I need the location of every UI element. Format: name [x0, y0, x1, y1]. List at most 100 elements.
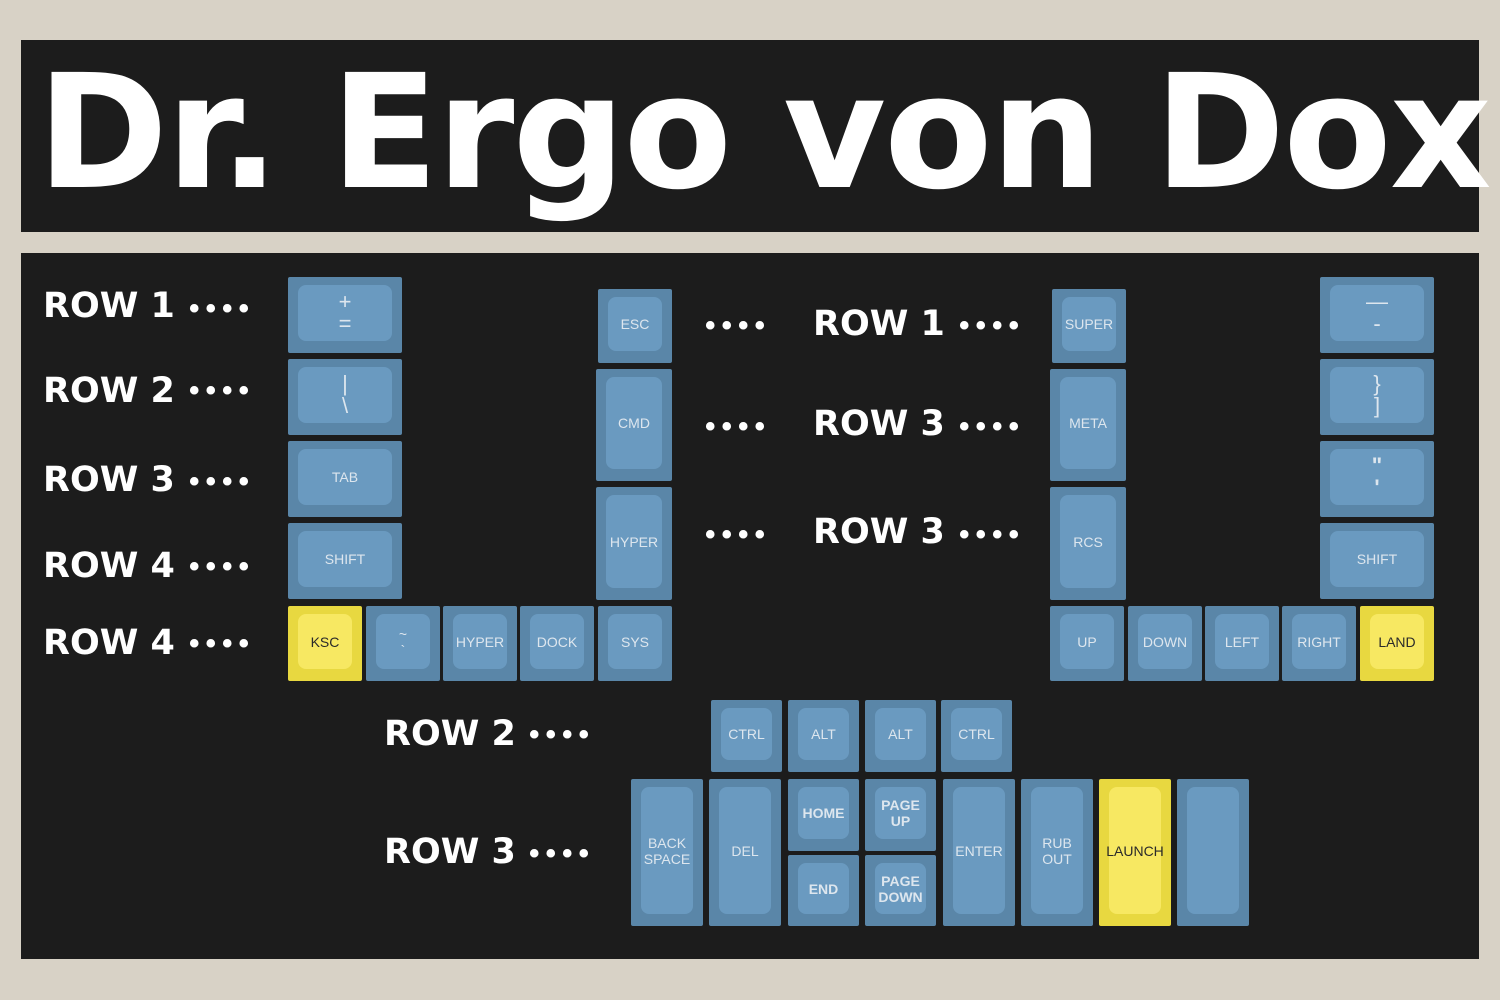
- row-label: ROW 3: [43, 460, 175, 500]
- key-legend: ': [1374, 475, 1380, 500]
- key-ksc[interactable]: KSC: [288, 606, 362, 681]
- key-legend: RCS: [1073, 533, 1103, 550]
- leader-dots: ••••: [705, 410, 772, 443]
- key-legend: HYPER: [609, 533, 659, 550]
- key-alt-right[interactable]: ALT: [865, 700, 936, 772]
- key-legend: -: [1373, 311, 1381, 336]
- row-label: ROW 4: [43, 623, 175, 663]
- leader-dots: ••••: [705, 518, 772, 551]
- key-shift-right[interactable]: SHIFT: [1320, 523, 1434, 599]
- key-legend: RUB: [1042, 834, 1072, 851]
- key-legend-shift: ": [1371, 453, 1383, 478]
- key-left[interactable]: LEFT: [1205, 606, 1279, 681]
- key-right[interactable]: RIGHT: [1282, 606, 1356, 681]
- key-down[interactable]: DOWN: [1128, 606, 1202, 681]
- key-legend: PAGE: [881, 872, 920, 889]
- key-legend: CTRL: [728, 726, 765, 742]
- key-legend: UP: [1077, 633, 1097, 650]
- leader-dots: ••••: [529, 837, 596, 870]
- key-legend-shift: +: [338, 289, 352, 314]
- key-legend: SYS: [620, 633, 649, 650]
- key-legend: HYPER: [455, 633, 505, 650]
- key-esc[interactable]: ESC: [598, 289, 672, 363]
- key-brace-bracket[interactable]: }]: [1320, 359, 1434, 435]
- key-meta[interactable]: META: [1050, 369, 1126, 481]
- key-hyper-inner[interactable]: HYPER: [596, 487, 672, 600]
- key-legend: ESC: [620, 316, 650, 332]
- key-backspace[interactable]: BACK SPACE: [631, 779, 703, 926]
- key-legend: =: [338, 311, 352, 336]
- key-page-up[interactable]: PAGE UP: [865, 779, 936, 851]
- key-hyper-bottom[interactable]: HYPER: [443, 606, 517, 681]
- key-super[interactable]: SUPER: [1052, 289, 1126, 363]
- leader-dots: ••••: [189, 627, 256, 660]
- key-underscore-minus[interactable]: — -: [1320, 277, 1434, 353]
- key-legend: ]: [1373, 393, 1381, 418]
- key-legend: SUPER: [1064, 316, 1114, 332]
- key-ctrl-left[interactable]: CTRL: [711, 700, 782, 772]
- row-label: ROW 1: [43, 286, 175, 326]
- key-launch[interactable]: LAUNCH: [1099, 779, 1171, 926]
- key-legend-shift: |: [342, 371, 348, 396]
- key-legend: KSC: [310, 633, 340, 650]
- key-legend: DOWN: [1142, 633, 1188, 650]
- key-page-down[interactable]: PAGE DOWN: [865, 855, 936, 926]
- key-ctrl-right[interactable]: CTRL: [941, 700, 1012, 772]
- keyboard-panel: ROW 1 •••• ROW 2 •••• ROW 3 •••• ROW 4 •…: [21, 253, 1479, 959]
- key-legend: UP: [890, 813, 911, 829]
- key-legend: HOME: [802, 805, 845, 821]
- key-del[interactable]: DEL: [709, 779, 781, 926]
- key-end[interactable]: END: [788, 855, 859, 926]
- leader-dots: ••••: [959, 518, 1026, 551]
- leader-dots: ••••: [189, 374, 256, 407]
- leader-dots: ••••: [189, 292, 256, 325]
- key-legend: SHIFT: [324, 551, 366, 567]
- key-legend: SHIFT: [1356, 551, 1398, 567]
- key-quote[interactable]: " ': [1320, 441, 1434, 517]
- leader-dots: ••••: [959, 410, 1026, 443]
- key-rcs[interactable]: RCS: [1050, 487, 1126, 600]
- key-legend: DOWN: [878, 888, 923, 905]
- row-label: ROW 3: [813, 404, 945, 444]
- leader-dots: ••••: [959, 309, 1026, 342]
- key-cmd[interactable]: CMD: [596, 369, 672, 481]
- key-rubout[interactable]: RUB OUT: [1021, 779, 1093, 926]
- key-shift-left[interactable]: SHIFT: [288, 523, 402, 599]
- key-sys[interactable]: SYS: [598, 606, 672, 681]
- key-alt-left[interactable]: ALT: [788, 700, 859, 772]
- key-blank[interactable]: [1177, 779, 1249, 926]
- row-label: ROW 2: [43, 371, 175, 411]
- key-legend: ALT: [811, 726, 836, 742]
- key-legend: `: [400, 641, 406, 658]
- key-legend: END: [808, 880, 839, 897]
- leader-dots: ••••: [189, 550, 256, 583]
- key-legend: TAB: [331, 469, 359, 485]
- key-legend: OUT: [1042, 850, 1072, 867]
- leader-dots: ••••: [529, 718, 596, 751]
- key-legend: ENTER: [955, 842, 1003, 859]
- page-title: Dr. Ergo von Dox: [37, 41, 1492, 225]
- key-dock[interactable]: DOCK: [520, 606, 594, 681]
- key-legend: DEL: [731, 842, 759, 859]
- key-tab[interactable]: TAB: [288, 441, 402, 517]
- key-up[interactable]: UP: [1050, 606, 1124, 681]
- key-legend: ALT: [888, 726, 913, 742]
- key-land[interactable]: LAND: [1360, 606, 1434, 681]
- key-legend: SPACE: [643, 850, 691, 867]
- key-legend-shift: —: [1366, 289, 1388, 314]
- key-legend: CTRL: [958, 726, 995, 742]
- key-enter[interactable]: ENTER: [943, 779, 1015, 926]
- row-label: ROW 3: [384, 832, 516, 872]
- row-label: ROW 4: [43, 546, 175, 586]
- key-plus-equals[interactable]: + =: [288, 277, 402, 353]
- key-home[interactable]: HOME: [788, 779, 859, 851]
- key-legend: \: [341, 393, 349, 418]
- key-pipe-backslash[interactable]: | \: [288, 359, 402, 435]
- title-banner: Dr. Ergo von Dox: [21, 40, 1492, 232]
- key-legend: LAUNCH: [1106, 842, 1164, 859]
- leader-dots: ••••: [705, 309, 772, 342]
- key-legend: CMD: [618, 415, 650, 431]
- key-tilde-backtick[interactable]: ~ `: [366, 606, 440, 681]
- row-label: ROW 3: [813, 512, 945, 552]
- key-legend: BACK: [647, 834, 687, 851]
